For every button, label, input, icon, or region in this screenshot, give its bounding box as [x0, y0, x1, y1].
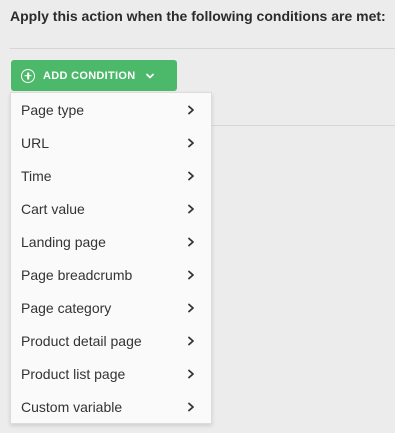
- menu-item-page-breadcrumb[interactable]: Page breadcrumb: [11, 258, 211, 291]
- chevron-right-icon: [187, 336, 195, 346]
- menu-item-page-type[interactable]: Page type: [11, 93, 211, 126]
- menu-item-label: Time: [21, 167, 52, 184]
- menu-item-label: Page type: [21, 101, 85, 118]
- divider: [10, 48, 395, 49]
- chevron-right-icon: [187, 138, 195, 148]
- add-condition-label: ADD CONDITION: [43, 69, 136, 82]
- menu-item-product-detail-page[interactable]: Product detail page: [11, 324, 211, 357]
- chevron-right-icon: [187, 402, 195, 412]
- menu-item-cart-value[interactable]: Cart value: [11, 192, 211, 225]
- menu-item-label: Page category: [21, 299, 112, 316]
- plus-circle-icon: [21, 68, 35, 83]
- menu-item-label: Cart value: [21, 200, 85, 217]
- chevron-right-icon: [187, 270, 195, 280]
- chevron-right-icon: [187, 204, 195, 214]
- menu-item-landing-page[interactable]: Landing page: [11, 225, 211, 258]
- menu-item-label: Product list page: [21, 365, 126, 382]
- chevron-right-icon: [187, 171, 195, 181]
- menu-item-label: Page breadcrumb: [21, 266, 133, 283]
- chevron-right-icon: [187, 369, 195, 379]
- conditions-heading: Apply this action when the following con…: [10, 8, 386, 24]
- menu-item-label: URL: [21, 134, 50, 151]
- menu-item-label: Custom variable: [21, 398, 123, 415]
- menu-item-custom-variable[interactable]: Custom variable: [11, 390, 211, 423]
- condition-dropdown-menu: Page type URL Time Cart value Landing pa…: [10, 92, 212, 424]
- menu-item-label: Product detail page: [21, 332, 142, 349]
- chevron-right-icon: [187, 237, 195, 247]
- menu-item-page-category[interactable]: Page category: [11, 291, 211, 324]
- chevron-down-icon: [145, 71, 155, 81]
- menu-item-label: Landing page: [21, 233, 106, 250]
- menu-item-url[interactable]: URL: [11, 126, 211, 159]
- add-condition-button[interactable]: ADD CONDITION: [11, 60, 177, 91]
- menu-item-time[interactable]: Time: [11, 159, 211, 192]
- divider: [212, 125, 395, 126]
- menu-item-product-list-page[interactable]: Product list page: [11, 357, 211, 390]
- chevron-right-icon: [187, 303, 195, 313]
- chevron-right-icon: [187, 105, 195, 115]
